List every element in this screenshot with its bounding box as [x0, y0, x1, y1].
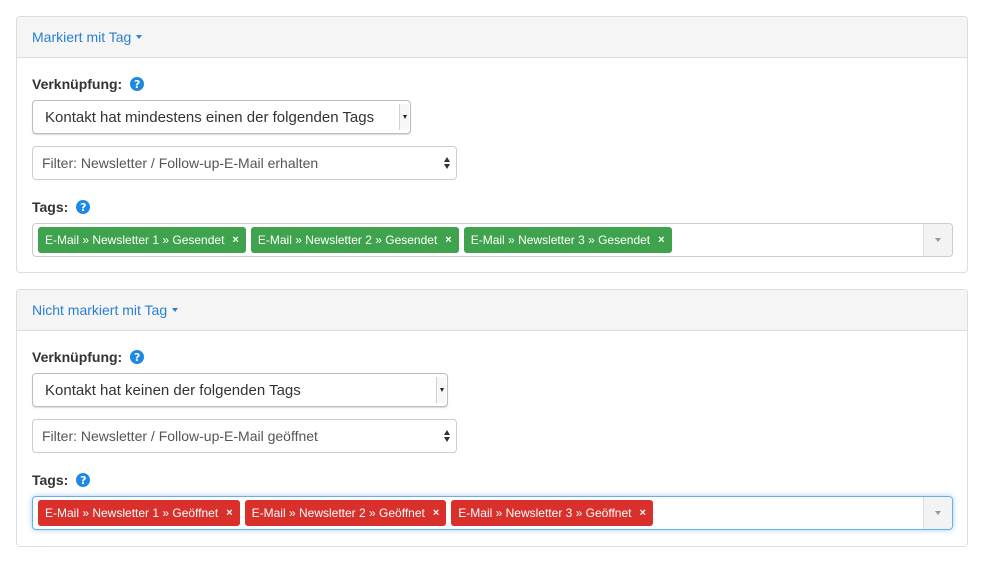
- link-select[interactable]: Kontakt hat mindestens einen der folgend…: [32, 100, 411, 134]
- tag-label: E-Mail » Newsletter 1 » Gesendet: [45, 233, 225, 247]
- remove-tag-icon[interactable]: ×: [658, 234, 664, 246]
- question-circle-icon[interactable]: ?: [130, 350, 145, 364]
- tag-label: E-Mail » Newsletter 3 » Geöffnet: [458, 506, 632, 520]
- tag-list: E-Mail » Newsletter 1 » Geöffnet × E-Mai…: [38, 500, 653, 526]
- select-updown-icon: [444, 157, 450, 169]
- caret-down-icon: [136, 35, 143, 39]
- select-arrow-icon: [436, 377, 446, 403]
- link-label: Verknüpfung: ?: [32, 76, 145, 92]
- tag-label: E-Mail » Newsletter 1 » Geöffnet: [45, 506, 219, 520]
- tag-chip: E-Mail » Newsletter 1 » Geöffnet ×: [38, 500, 240, 526]
- select-arrow-icon: [399, 104, 409, 130]
- panel-not-tagged: Nicht markiert mit Tag Verknüpfung: ? Ko…: [16, 289, 968, 547]
- panel-title: Markiert mit Tag: [32, 29, 132, 45]
- tag-chip: E-Mail » Newsletter 3 » Gesendet ×: [463, 227, 672, 253]
- filter-select-value: Filter: Newsletter / Follow-up-E-Mail er…: [42, 155, 319, 171]
- question-circle-icon[interactable]: ?: [76, 473, 91, 487]
- link-select-value: Kontakt hat mindestens einen der folgend…: [45, 108, 375, 126]
- select-updown-icon: [444, 430, 450, 442]
- tag-list: E-Mail » Newsletter 1 » Gesendet × E-Mai…: [38, 227, 672, 253]
- tag-chip: E-Mail » Newsletter 1 » Gesendet ×: [38, 227, 246, 253]
- tags-label: Tags: ?: [32, 199, 91, 215]
- tags-input[interactable]: E-Mail » Newsletter 1 » Geöffnet × E-Mai…: [32, 496, 953, 530]
- link-select-value: Kontakt hat keinen der folgenden Tags: [45, 381, 301, 399]
- tags-dropdown-arrow-icon[interactable]: [923, 224, 952, 256]
- tags-input[interactable]: E-Mail » Newsletter 1 » Gesendet × E-Mai…: [32, 223, 953, 257]
- link-label-text: Verknüpfung:: [32, 76, 123, 92]
- tags-label-text: Tags:: [32, 472, 69, 488]
- remove-tag-icon[interactable]: ×: [226, 507, 232, 519]
- question-circle-icon[interactable]: ?: [76, 200, 91, 214]
- remove-tag-icon[interactable]: ×: [232, 234, 238, 246]
- link-label: Verknüpfung: ?: [32, 349, 145, 365]
- caret-down-icon: [172, 308, 179, 312]
- panel-heading: Markiert mit Tag: [17, 17, 967, 58]
- remove-tag-icon[interactable]: ×: [433, 507, 439, 519]
- question-circle-icon[interactable]: ?: [130, 77, 145, 91]
- tags-label-text: Tags:: [32, 199, 69, 215]
- filter-select[interactable]: Filter: Newsletter / Follow-up-E-Mail ge…: [32, 419, 457, 453]
- filter-select-value: Filter: Newsletter / Follow-up-E-Mail ge…: [42, 428, 318, 444]
- filter-select[interactable]: Filter: Newsletter / Follow-up-E-Mail er…: [32, 146, 457, 180]
- tags-label: Tags: ?: [32, 472, 91, 488]
- tag-label: E-Mail » Newsletter 3 » Gesendet: [470, 233, 651, 247]
- link-label-text: Verknüpfung:: [32, 349, 123, 365]
- tagged-dropdown-toggle[interactable]: Markiert mit Tag: [32, 29, 143, 45]
- tag-label: E-Mail » Newsletter 2 » Gesendet: [257, 233, 438, 247]
- tag-label: E-Mail » Newsletter 2 » Geöffnet: [251, 506, 425, 520]
- remove-tag-icon[interactable]: ×: [639, 507, 645, 519]
- remove-tag-icon[interactable]: ×: [445, 234, 451, 246]
- link-select[interactable]: Kontakt hat keinen der folgenden Tags: [32, 373, 448, 407]
- tag-chip: E-Mail » Newsletter 3 » Geöffnet ×: [451, 500, 653, 526]
- tag-chip: E-Mail » Newsletter 2 » Geöffnet ×: [244, 500, 447, 526]
- panel-tagged: Markiert mit Tag Verknüpfung: ? Kontakt …: [16, 16, 968, 273]
- panel-title: Nicht markiert mit Tag: [32, 302, 168, 318]
- tag-chip: E-Mail » Newsletter 2 » Gesendet ×: [250, 227, 459, 253]
- tags-dropdown-arrow-icon[interactable]: [923, 497, 952, 529]
- not-tagged-dropdown-toggle[interactable]: Nicht markiert mit Tag: [32, 302, 179, 318]
- panel-heading: Nicht markiert mit Tag: [17, 290, 967, 331]
